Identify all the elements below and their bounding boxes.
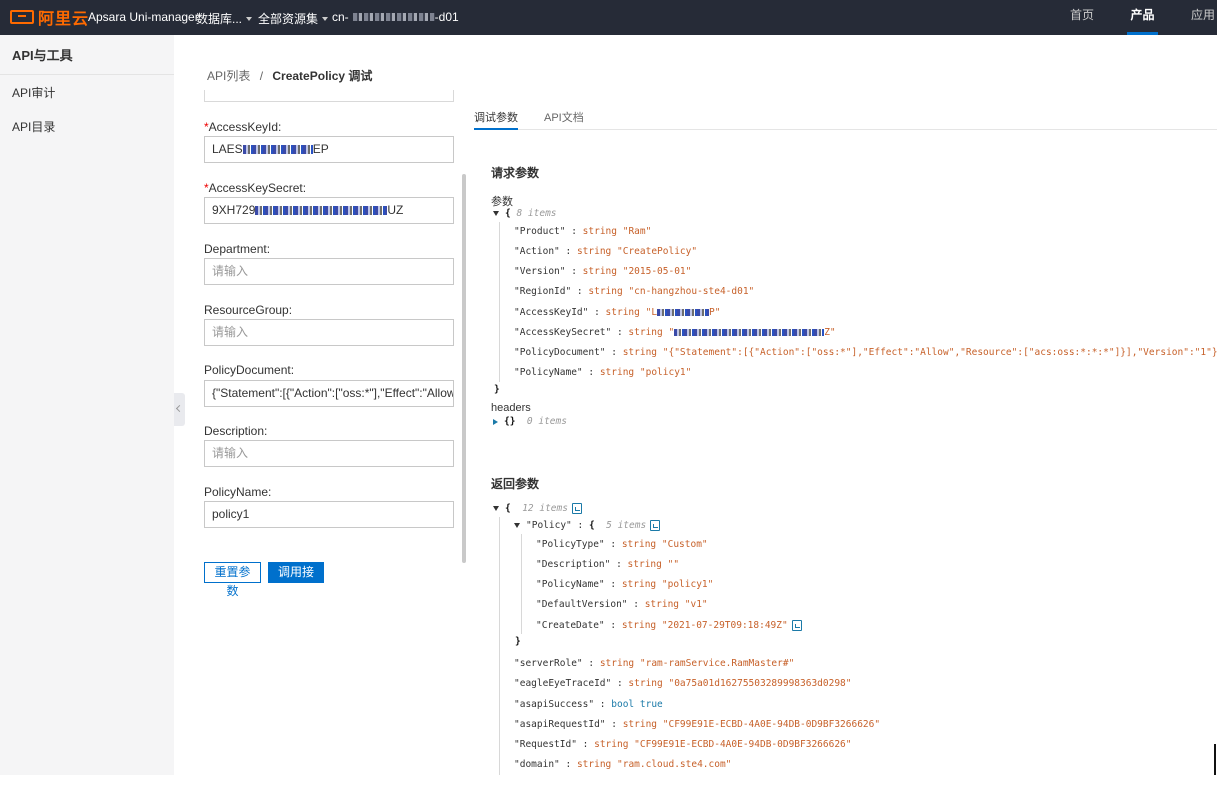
policy-document-label: PolicyDocument: <box>204 363 295 377</box>
headers-object-toggle[interactable]: {} 0 items <box>493 416 567 427</box>
breadcrumb-current: CreatePolicy 调试 <box>272 69 373 83</box>
description-input[interactable]: 请输入 <box>204 440 454 467</box>
region-selector[interactable]: cn- -d01 <box>332 10 459 24</box>
scrolled-field-bottom <box>204 90 454 102</box>
call-api-button[interactable]: 调用接口 <box>268 562 324 598</box>
json-row: "asapiRequestId" : string "CF99E91E-ECBD… <box>514 719 881 730</box>
json-row: "eagleEyeTraceId" : string "0a75a01d1627… <box>514 678 852 689</box>
json-row: "Action" : string "CreatePolicy" <box>514 246 698 257</box>
access-key-id-label: *AccessKeyId: <box>204 120 282 134</box>
copy-icon[interactable] <box>571 503 582 514</box>
tree-guide <box>499 222 500 382</box>
sidebar-item-api-catalog[interactable]: API目录 <box>0 109 174 143</box>
tree-guide <box>499 517 500 775</box>
collapse-icon <box>493 211 499 216</box>
params-label: 参数 <box>491 196 513 208</box>
json-row: "RegionId" : string "cn-hangzhou-ste4-d0… <box>514 286 755 297</box>
chevron-down-icon <box>246 16 253 21</box>
params-object-toggle[interactable]: { 8 items <box>493 208 557 219</box>
redacted-value <box>674 329 825 336</box>
resource-group-label: ResourceGroup: <box>204 303 293 317</box>
region-redacted <box>352 13 435 21</box>
response-params-title: 返回参数 <box>491 477 540 491</box>
copy-icon[interactable] <box>791 620 802 631</box>
closing-brace: } <box>515 636 521 647</box>
form-scrollbar[interactable] <box>462 174 466 563</box>
database-menu[interactable]: 数据库... <box>196 10 253 27</box>
breadcrumb-root[interactable]: API列表 <box>207 69 250 83</box>
request-params-title: 请求参数 <box>491 166 540 180</box>
json-row: "DefaultVersion" : string "v1" <box>536 599 708 610</box>
tree-guide <box>521 534 522 634</box>
redacted-value <box>255 206 388 216</box>
reset-params-button[interactable]: 重置参数 <box>204 562 261 598</box>
json-row: "PolicyType" : string "Custom" <box>536 539 708 550</box>
json-row: "Product" : string "Ram" <box>514 226 652 237</box>
description-label: Description: <box>204 424 268 438</box>
logo-text: 阿里云 <box>38 11 90 28</box>
tab-bar: 调试参数 API文档 <box>474 108 1217 130</box>
breadcrumb: API列表 / CreatePolicy 调试 <box>207 67 372 84</box>
region-prefix: cn- <box>332 10 349 24</box>
closing-brace: } <box>494 384 500 395</box>
policy-object-toggle[interactable]: "Policy" : { 5 items <box>514 520 661 531</box>
brand-name: Apsara Uni-manager <box>88 10 199 24</box>
collapse-icon <box>493 506 499 511</box>
redacted-value <box>242 145 313 155</box>
department-label: Department: <box>204 242 271 256</box>
collapse-icon <box>514 523 520 528</box>
json-row: "PolicyName" : string "policy1" <box>514 367 692 378</box>
nav-apps[interactable]: 应用 <box>1189 0 1217 35</box>
access-key-secret-label: *AccessKeySecret: <box>204 181 307 195</box>
copy-icon[interactable] <box>650 520 661 531</box>
tab-api-docs[interactable]: API文档 <box>544 109 584 130</box>
top-navigation-bar: 阿里云 Apsara Uni-manager 数据库... 全部资源集 cn- … <box>0 0 1217 35</box>
aliyun-logo-icon <box>10 10 34 24</box>
department-input[interactable]: 请输入 <box>204 258 454 285</box>
json-row: "PolicyDocument" : string "{"Statement":… <box>514 347 1217 358</box>
text-cursor <box>1214 744 1216 775</box>
database-menu-label: 数据库... <box>196 12 243 26</box>
nav-products[interactable]: 产品 <box>1127 0 1158 35</box>
region-suffix: -d01 <box>434 10 459 24</box>
json-row: "asapiSuccess" : bool true <box>514 699 663 710</box>
json-row: "Description" : string "" <box>536 559 680 570</box>
aliyun-logo[interactable]: 阿里云 <box>10 7 90 28</box>
json-row: "AccessKeySecret" : string " Z" <box>514 327 836 338</box>
breadcrumb-separator: / <box>259 69 264 83</box>
resource-set-label: 全部资源集 <box>258 12 319 26</box>
nav-home[interactable]: 首页 <box>1066 0 1098 35</box>
policy-name-label: PolicyName: <box>204 485 272 499</box>
headers-label: headers <box>491 402 531 414</box>
tab-debug-params[interactable]: 调试参数 <box>474 109 518 130</box>
json-row: "Version" : string "2015-05-01" <box>514 266 692 277</box>
resource-group-input[interactable]: 请输入 <box>204 319 454 346</box>
chevron-down-icon <box>322 16 329 21</box>
json-row: "RequestId" : string "CF99E91E-ECBD-4A0E… <box>514 739 852 750</box>
policy-name-input[interactable]: policy1 <box>204 501 454 528</box>
expand-icon <box>493 418 498 425</box>
sidebar-collapse-toggle[interactable] <box>174 393 185 426</box>
json-row: "serverRole" : string "ram-ramService.Ra… <box>514 658 795 669</box>
sidebar-title: API与工具 <box>0 35 174 75</box>
param-form: *AccessKeyId: LAES EP *AccessKeySecret: 9… <box>204 90 454 590</box>
redacted-value <box>657 309 710 316</box>
sidebar-item-api-audit[interactable]: API审计 <box>0 75 174 109</box>
json-row: "AccessKeyId" : string "L P" <box>514 307 721 318</box>
sidebar: API与工具 API审计 API目录 <box>0 35 174 775</box>
json-row: "domain" : string "ram.cloud.ste4.com" <box>514 759 732 770</box>
policy-document-input[interactable]: {"Statement":[{"Action":["oss:*"],"Effec… <box>204 380 454 407</box>
json-row: "CreateDate" : string "2021-07-29T09:18:… <box>536 620 802 631</box>
json-row: "PolicyName" : string "policy1" <box>536 579 714 590</box>
access-key-id-input[interactable]: LAES EP <box>204 136 454 163</box>
resource-set-menu[interactable]: 全部资源集 <box>258 10 329 27</box>
access-key-secret-input[interactable]: 9XH729 UZ <box>204 197 454 224</box>
response-root-toggle[interactable]: { 12 items <box>493 503 582 514</box>
